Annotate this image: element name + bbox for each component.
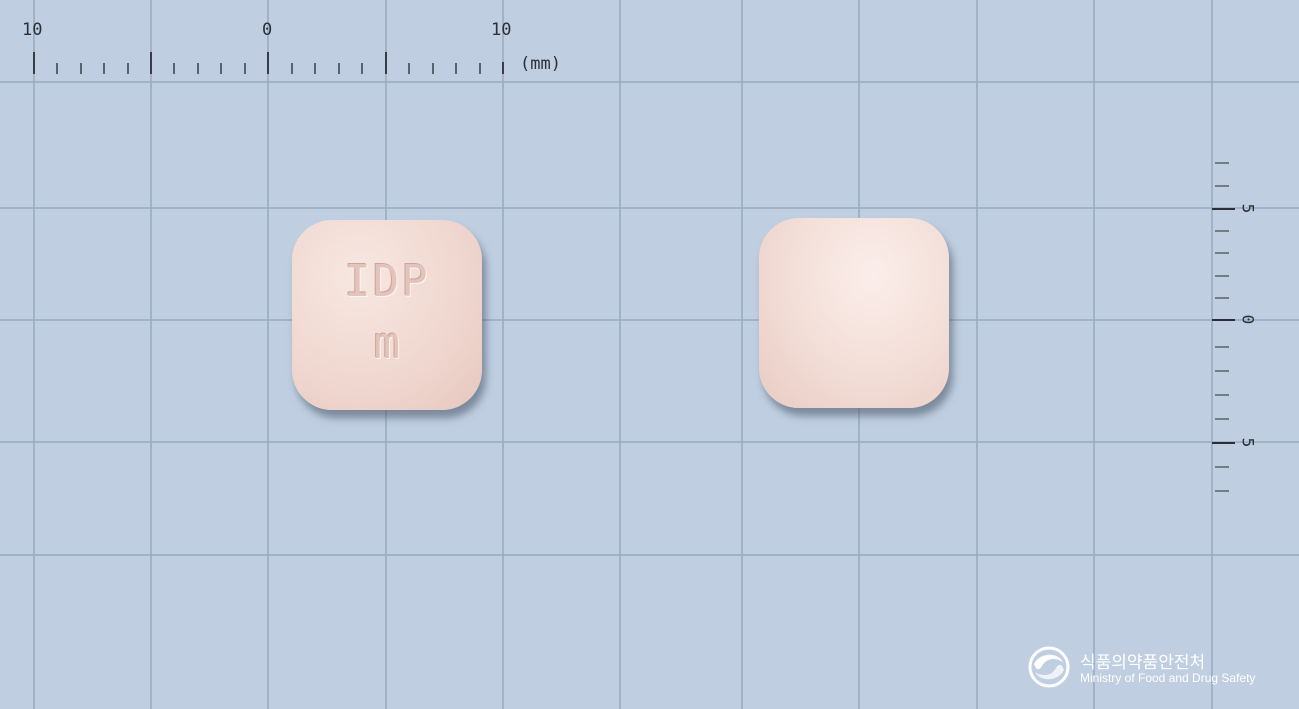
top-ruler-label-left: 10 — [22, 20, 43, 40]
top-ruler-label-zero: 0 — [262, 20, 273, 40]
right-ruler-label-zero: 0 — [1238, 314, 1258, 325]
pill-front-side: IDP m — [292, 220, 482, 410]
top-ruler-ticks — [33, 52, 504, 74]
watermark-org-korean: 식품의약품안전처 — [1080, 653, 1206, 673]
government-emblem-icon — [1028, 646, 1070, 688]
watermark-org-english: Ministry of Food and Drug Safety — [1080, 671, 1256, 685]
pill-imprint-line2: m — [373, 318, 401, 369]
pill-imprint-line1: IDP — [344, 256, 430, 307]
pill-back-side — [759, 218, 949, 408]
top-ruler-unit: (mm) — [520, 54, 561, 74]
right-ruler-label-top: 5 — [1238, 203, 1258, 214]
top-ruler-label-right: 10 — [491, 20, 512, 40]
right-ruler-label-bottom: 5 — [1238, 437, 1258, 448]
measurement-grid — [0, 0, 1299, 709]
